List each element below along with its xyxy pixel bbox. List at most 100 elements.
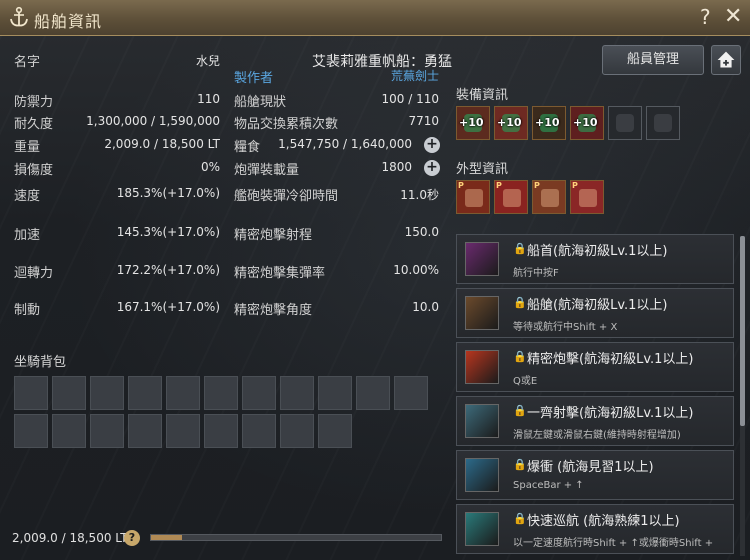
inventory-slot[interactable] xyxy=(318,376,352,410)
home-icon xyxy=(717,51,735,68)
skill-item[interactable]: 🔒 精密炮擊(航海初級Lv.1以上) Q或E xyxy=(456,342,734,392)
stat-value: 2,009.0 / 18,500 LT xyxy=(104,137,220,151)
inventory-slot[interactable] xyxy=(90,376,124,410)
food-add-button[interactable]: + xyxy=(424,137,440,153)
precision-fire-icon xyxy=(465,350,499,384)
enhance-level: +10 xyxy=(459,116,484,129)
skill-name: 精密炮擊(航海初級Lv.1以上) xyxy=(527,352,694,367)
stat-value: 167.1%(+17.0%) xyxy=(116,300,220,314)
stat-label: 精密炮擊集彈率 xyxy=(234,266,326,281)
crew-management-button[interactable]: 船員管理 xyxy=(602,45,704,75)
skill-item[interactable]: 🔒 船首(航海初級Lv.1以上) 航行中按F xyxy=(456,234,734,284)
skill-name: 快速巡航 (航海熟練1以上) xyxy=(527,514,680,529)
volley-icon xyxy=(465,404,499,438)
weight-bar xyxy=(150,534,442,541)
help-icon[interactable]: ? xyxy=(700,5,711,29)
inventory-slot[interactable] xyxy=(128,414,162,448)
stat-value: 145.3%(+17.0%) xyxy=(116,225,220,239)
stat-label: 物品交換累積次數 xyxy=(234,117,339,132)
inventory-slot[interactable] xyxy=(280,376,314,410)
skill-item[interactable]: 🔒 快速巡航 (航海熟練1以上) 以一定速度航行時Shift + ↑或爆衝時Shif… xyxy=(456,504,734,554)
stat-label: 艦砲裝彈冷卻時間 xyxy=(234,189,339,204)
ammo-add-button[interactable]: + xyxy=(424,160,440,176)
skill-name: 爆衝 (航海見習1以上) xyxy=(527,460,654,475)
equipment-slot[interactable]: +10 xyxy=(570,106,604,140)
inventory-slot[interactable] xyxy=(166,414,200,448)
stat-label: 損傷度 xyxy=(14,163,54,178)
lock-icon: 🔒 xyxy=(513,512,527,525)
skill-description: 等待或航行中Shift + X xyxy=(513,322,618,333)
paint-badge: P xyxy=(458,181,464,190)
stat-value: 1,300,000 / 1,590,000 xyxy=(86,114,220,128)
stat-label: 炮彈裝載量 xyxy=(234,163,300,178)
stat-value: 10.0 xyxy=(412,300,439,314)
equipment-slot[interactable]: +10 xyxy=(456,106,490,140)
skill-item[interactable]: 🔒 爆衝 (航海見習1以上) SpaceBar + ↑ xyxy=(456,450,734,500)
inventory-slot[interactable] xyxy=(90,414,124,448)
skill-description: 航行中按F xyxy=(513,268,559,279)
stat-label: 糧食 xyxy=(234,140,261,155)
inventory-slot[interactable] xyxy=(356,376,390,410)
mount-inventory-title: 坐騎背包 xyxy=(14,355,67,370)
stat-value: 7710 xyxy=(408,114,439,128)
stat-value: 150.0 xyxy=(404,225,439,239)
equipment-slot[interactable] xyxy=(608,106,642,140)
inventory-slot[interactable] xyxy=(242,414,276,448)
weight-text: 2,009.0 / 18,500 LT xyxy=(12,531,128,545)
enhance-level: +10 xyxy=(573,116,598,129)
close-icon[interactable]: ✕ xyxy=(724,4,742,29)
stat-value: 110 xyxy=(197,92,220,106)
inventory-slot[interactable] xyxy=(14,376,48,410)
paint-badge: P xyxy=(534,181,540,190)
stat-value: 10.00% xyxy=(393,263,439,277)
inventory-slot[interactable] xyxy=(52,414,86,448)
ship-info-window: 船舶資訊 ? ✕ 名字 水兒 防禦力 110 耐久度 1,300,000 / 1,590,… xyxy=(0,0,750,560)
appearance-slot[interactable]: P xyxy=(532,180,566,214)
inventory-slot[interactable] xyxy=(318,414,352,448)
inventory-slot[interactable] xyxy=(14,414,48,448)
skill-scroll-thumb[interactable] xyxy=(740,236,745,426)
stat-label: 重量 xyxy=(14,140,41,155)
stat-label: 速度 xyxy=(14,189,41,204)
home-button[interactable] xyxy=(711,45,741,75)
maker-label: 製作者 xyxy=(234,71,274,86)
lock-icon: 🔒 xyxy=(513,404,527,417)
appearance-slot[interactable]: P xyxy=(494,180,528,214)
stat-label: 迴轉力 xyxy=(14,266,54,281)
stat-label: 制動 xyxy=(14,303,41,318)
stat-label: 精密炮擊射程 xyxy=(234,228,313,243)
stat-label: 防禦力 xyxy=(14,95,54,110)
inventory-slot[interactable] xyxy=(280,414,314,448)
inventory-slot[interactable] xyxy=(242,376,276,410)
skill-description: SpaceBar + ↑ xyxy=(513,480,584,491)
inventory-slot[interactable] xyxy=(204,414,238,448)
inventory-slot[interactable] xyxy=(52,376,86,410)
equipment-slot[interactable] xyxy=(646,106,680,140)
skill-list: 🔒 船首(航海初級Lv.1以上) 航行中按F 🔒 船艙(航海初級Lv.1以上) 等待或航行… xyxy=(456,234,736,560)
enhance-level: +10 xyxy=(535,116,560,129)
inventory-slot[interactable] xyxy=(128,376,162,410)
anchor-icon xyxy=(10,6,28,27)
inventory-slot[interactable] xyxy=(166,376,200,410)
stat-value: 0% xyxy=(200,160,220,174)
stat-value: 水兒 xyxy=(195,54,220,68)
equipment-slot[interactable]: +10 xyxy=(494,106,528,140)
skill-item[interactable]: 🔒 船艙(航海初級Lv.1以上) 等待或航行中Shift + X xyxy=(456,288,734,338)
appearance-slot[interactable]: P xyxy=(456,180,490,214)
equipment-slot[interactable]: +10 xyxy=(532,106,566,140)
stat-label: 精密炮擊角度 xyxy=(234,303,313,318)
inventory-slot[interactable] xyxy=(204,376,238,410)
skill-item[interactable]: 🔒 一齊射擊(航海初級Lv.1以上) 滑鼠左鍵或滑鼠右鍵(維持時射程增加) xyxy=(456,396,734,446)
stat-label: 耐久度 xyxy=(14,117,54,132)
crew-slot-icon xyxy=(616,114,634,132)
burst-icon xyxy=(465,458,499,492)
appearance-slot[interactable]: P xyxy=(570,180,604,214)
inventory-slot[interactable] xyxy=(394,376,428,410)
window-title: 船舶資訊 xyxy=(34,12,103,31)
title-bar[interactable]: 船舶資訊 ? ✕ xyxy=(0,0,750,36)
lock-icon: 🔒 xyxy=(513,350,527,363)
skill-name: 一齊射擊(航海初級Lv.1以上) xyxy=(527,406,694,421)
lock-icon: 🔒 xyxy=(513,458,527,471)
weight-help-icon[interactable]: ? xyxy=(124,530,140,546)
paint-badge: P xyxy=(572,181,578,190)
